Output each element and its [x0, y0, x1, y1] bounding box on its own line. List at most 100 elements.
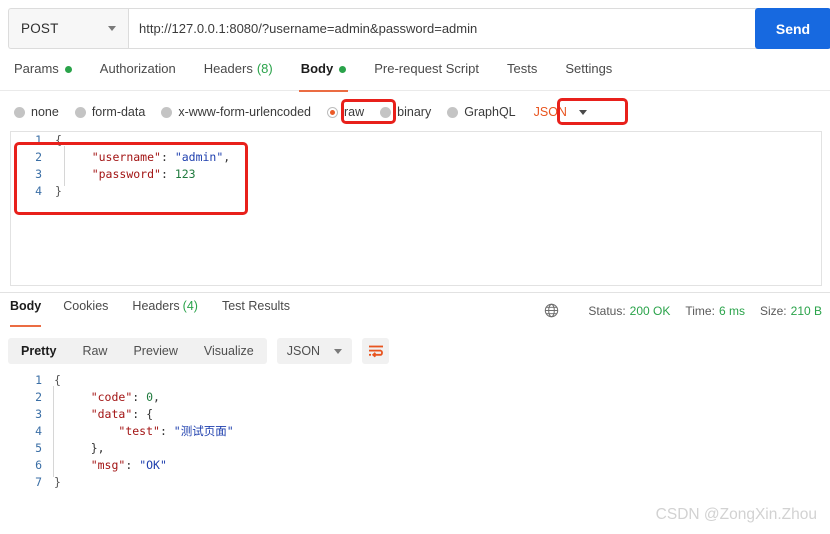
response-tab-cookies[interactable]: Cookies — [51, 299, 120, 325]
body-format-dropdown[interactable]: JSON — [534, 105, 587, 119]
line-number: 3 — [35, 167, 42, 181]
response-view-visualize[interactable]: Visualize — [191, 338, 267, 364]
chevron-down-icon — [578, 109, 587, 115]
fold-marker[interactable]: } — [53, 183, 64, 200]
watermark: CSDN @ZongXin.Zhou — [655, 506, 817, 523]
request-tab-settings[interactable]: Settings — [551, 60, 626, 91]
code-text: "test": "测试页面" — [118, 424, 234, 438]
request-url-input[interactable]: http://127.0.0.1:8080/?username=admin&pa… — [128, 8, 822, 49]
tab-label: Pre-request Script — [374, 61, 479, 76]
tab-label: Test Results — [221, 299, 291, 313]
request-tab-body[interactable]: Body — [287, 60, 361, 92]
response-format-dropdown[interactable]: JSON — [276, 338, 353, 364]
radio-icon — [327, 106, 338, 118]
request-tab-authorization[interactable]: Authorization — [86, 60, 190, 91]
body-type-raw[interactable]: raw — [327, 105, 364, 119]
time-value: 6 ms — [718, 303, 745, 318]
tab-label: Headers — [203, 61, 253, 76]
body-type-binary[interactable]: binary — [380, 105, 431, 119]
size-label: Size: — [759, 303, 787, 318]
body-type-graphql[interactable]: GraphQL — [447, 105, 516, 119]
tab-label: Params — [14, 61, 59, 76]
request-tab-pre-request-script[interactable]: Pre-request Script — [360, 60, 493, 91]
word-wrap-icon — [368, 345, 383, 358]
fold-marker[interactable]: { — [53, 132, 64, 149]
tab-label: Body — [300, 61, 334, 76]
body-type-label: form-data — [91, 105, 146, 119]
line-number: 3 — [35, 407, 42, 421]
code-text: }, — [63, 441, 105, 455]
code-line: 4} — [11, 183, 821, 200]
code-text: "data": { — [90, 407, 154, 421]
code-line: 4 "test": "测试页面" — [0, 423, 830, 440]
line-number: 1 — [35, 133, 42, 147]
request-url-value: http://127.0.0.1:8080/?username=admin&pa… — [139, 21, 478, 36]
body-type-label: binary — [397, 105, 432, 119]
code-text: "code": 0, — [90, 390, 160, 404]
globe-icon[interactable] — [544, 303, 559, 318]
body-format-label: JSON — [533, 105, 567, 119]
radio-icon — [380, 106, 392, 118]
http-method-dropdown[interactable]: POST — [8, 8, 128, 49]
status-meta[interactable]: Status: 200 OK — [588, 304, 670, 318]
line-number: 7 — [35, 475, 42, 489]
line-number: 4 — [35, 184, 42, 198]
code-line: 3 "password": 123 — [11, 166, 821, 183]
fold-rail — [64, 146, 65, 186]
code-line: 2 "username": "admin", — [11, 149, 821, 166]
request-tab-headers[interactable]: Headers (8) — [190, 60, 287, 91]
request-body-editor[interactable]: 1{2 "username": "admin", 3 "password": 12… — [10, 131, 822, 286]
size-value: 210 B — [790, 303, 822, 318]
response-view-pretty[interactable]: Pretty — [8, 338, 69, 364]
code-text: "username": "admin", — [91, 150, 231, 164]
tab-label: Settings — [565, 61, 613, 76]
radio-icon — [14, 106, 25, 118]
request-body-code[interactable]: 1{2 "username": "admin", 3 "password": 12… — [11, 132, 821, 200]
response-meta: Status: 200 OK Time: 6 ms Size: 210 B — [544, 303, 822, 318]
status-value: 200 OK — [629, 303, 671, 318]
tab-status-dot-icon — [64, 66, 72, 73]
code-line: 7} — [0, 474, 830, 491]
code-line: 2 "code": 0, — [0, 389, 830, 406]
request-tab-params[interactable]: Params — [12, 60, 86, 91]
code-line: 6 "msg": "OK" — [0, 457, 830, 474]
code-text: "msg": "OK" — [90, 458, 167, 472]
body-type-form-data[interactable]: form-data — [74, 105, 146, 119]
body-type-label: raw — [344, 105, 365, 119]
send-button[interactable]: Send — [755, 8, 830, 49]
http-method-label: POST — [21, 21, 59, 36]
status-label: Status: — [588, 303, 626, 318]
response-toolbar: Pretty Raw Preview Visualize JSON — [8, 338, 390, 364]
tab-status-dot-icon — [339, 66, 347, 73]
size-meta[interactable]: Size: 210 B — [760, 304, 822, 318]
time-meta[interactable]: Time: 6 ms — [685, 304, 745, 318]
request-tab-tests[interactable]: Tests — [493, 60, 551, 91]
pane-divider[interactable] — [0, 292, 830, 293]
code-line: 1{ — [0, 372, 830, 389]
line-number: 6 — [35, 458, 42, 472]
code-line: 5 }, — [0, 440, 830, 457]
tab-count: (8) — [256, 61, 273, 76]
time-label: Time: — [685, 303, 715, 318]
word-wrap-button[interactable] — [362, 338, 390, 364]
line-number: 5 — [35, 441, 42, 455]
fold-rail — [53, 386, 54, 477]
body-type-none[interactable]: none — [14, 105, 59, 119]
tab-label: Authorization — [99, 61, 176, 76]
line-number: 4 — [35, 424, 42, 438]
response-view-raw[interactable]: Raw — [69, 338, 120, 364]
radio-icon — [447, 106, 459, 118]
code-text: "password": 123 — [91, 167, 196, 181]
response-tab-body[interactable]: Body — [6, 299, 51, 327]
body-type-radio-group: none form-data x-www-form-urlencoded raw bin… — [0, 99, 830, 125]
body-type-label: none — [31, 105, 59, 119]
response-tab-test-results[interactable]: Test Results — [210, 299, 302, 325]
code-line: 3 "data": { — [0, 406, 830, 423]
response-body-code: 1{2 "code": 0, 3 "data": {4 "test": "测试页面… — [0, 372, 830, 491]
response-tab-headers[interactable]: Headers (4) — [120, 299, 210, 325]
body-type-label: x-www-form-urlencoded — [178, 105, 311, 119]
body-type-x-www-form-urlencoded[interactable]: x-www-form-urlencoded — [161, 105, 311, 119]
code-line: 1{ — [11, 132, 821, 149]
response-view-preview[interactable]: Preview — [120, 338, 190, 364]
chevron-down-icon — [334, 348, 343, 354]
